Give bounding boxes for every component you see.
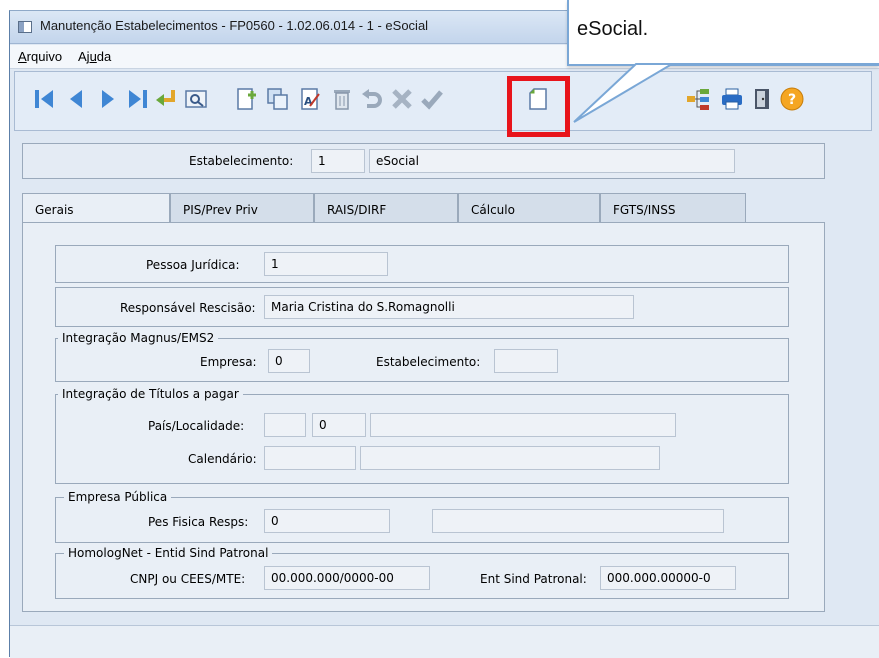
tab-panel-gerais: Pessoa Jurídica: 1 Responsável Rescisão:… <box>22 222 825 612</box>
cnpj-field[interactable]: 00.000.000/0000-00 <box>264 566 430 590</box>
estabelecimento-name-field[interactable]: eSocial <box>369 149 735 173</box>
status-bar <box>10 625 879 658</box>
pes-fisica-desc-field[interactable] <box>432 509 724 533</box>
tab-rais-dirf[interactable]: RAIS/DIRF <box>314 193 458 223</box>
estabelecimento-panel: Estabelecimento: 1 eSocial <box>22 143 825 179</box>
magnus-legend: Integração Magnus/EMS2 <box>58 331 219 345</box>
pes-fisica-field[interactable]: 0 <box>264 509 390 533</box>
homolognet-legend: HomologNet - Entid Sind Patronal <box>64 546 273 560</box>
ent-sind-label: Ent Sind Patronal: <box>480 572 587 586</box>
estabelecimento-label: Estabelecimento: <box>189 154 294 168</box>
pais-field[interactable] <box>264 413 306 437</box>
new-icon[interactable] <box>233 86 259 112</box>
svg-text:A: A <box>304 95 313 108</box>
previous-icon[interactable] <box>63 86 89 112</box>
goto-icon[interactable] <box>153 86 179 112</box>
tab-calculo[interactable]: Cálculo <box>458 193 600 223</box>
homolognet-group: HomologNet - Entid Sind Patronal CNPJ ou… <box>55 546 789 599</box>
responsavel-group: Responsável Rescisão: Maria Cristina do … <box>55 287 789 327</box>
estabelecimento-code-field[interactable]: 1 <box>311 149 365 173</box>
pessoa-juridica-field[interactable]: 1 <box>264 252 388 276</box>
calendario-field[interactable] <box>264 446 356 470</box>
callout-text: eSocial. <box>577 18 649 40</box>
copy-icon[interactable] <box>265 86 291 112</box>
save-icon[interactable] <box>419 86 445 112</box>
tab-pis-prev-priv[interactable]: PIS/Prev Priv <box>170 193 314 223</box>
search-icon[interactable] <box>183 86 209 112</box>
edit-icon[interactable]: A <box>297 86 323 112</box>
responsavel-field[interactable]: Maria Cristina do S.Romagnolli <box>264 295 634 319</box>
empresa-label: Empresa: <box>200 355 257 369</box>
last-icon[interactable] <box>125 86 151 112</box>
empresa-publica-group: Empresa Pública Pes Fisica Resps: 0 <box>55 490 789 543</box>
menu-ajuda[interactable]: Ajuda <box>78 49 111 64</box>
menu-arquivo-rest: rquivo <box>26 49 63 64</box>
menu-arquivo-mnemonic: A <box>18 49 27 64</box>
tab-gerais[interactable]: Gerais <box>22 193 170 225</box>
estab-magnus-label: Estabelecimento: <box>376 355 481 369</box>
window-icon <box>18 21 32 33</box>
tab-fgts-inss[interactable]: FGTS/INSS <box>600 193 746 223</box>
highlight-box <box>507 76 570 137</box>
cancel-icon[interactable] <box>389 86 415 112</box>
titulos-group: Integração de Títulos a pagar País/Local… <box>55 387 789 484</box>
calendario-desc-field[interactable] <box>360 446 660 470</box>
menu-ajuda-pre: Aj <box>78 49 90 64</box>
empresa-field[interactable]: 0 <box>268 349 310 373</box>
callout-balloon: eSocial. <box>567 0 879 66</box>
pessoa-juridica-label: Pessoa Jurídica: <box>146 258 240 272</box>
magnus-group: Integração Magnus/EMS2 Empresa: 0 Estabe… <box>55 331 789 382</box>
ent-sind-field[interactable]: 000.000.00000-0 <box>600 566 736 590</box>
window-title: Manutenção Estabelecimentos - FP0560 - 1… <box>40 18 429 33</box>
estab-magnus-field[interactable] <box>494 349 558 373</box>
delete-icon[interactable] <box>329 86 355 112</box>
titulos-legend: Integração de Títulos a pagar <box>58 387 243 401</box>
menu-ajuda-mnemonic: u <box>89 49 97 64</box>
responsavel-label: Responsável Rescisão: <box>120 301 256 315</box>
pais-label: País/Localidade: <box>148 419 245 433</box>
next-icon[interactable] <box>95 86 121 112</box>
pessoa-juridica-group: Pessoa Jurídica: 1 <box>55 245 789 283</box>
first-icon[interactable] <box>31 86 57 112</box>
pes-fisica-label: Pes Fisica Resps: <box>148 515 249 529</box>
undo-icon[interactable] <box>359 86 385 112</box>
calendario-label: Calendário: <box>188 452 257 466</box>
empresa-publica-legend: Empresa Pública <box>64 490 172 504</box>
callout-pointer <box>573 63 879 123</box>
menu-ajuda-rest: da <box>96 49 112 64</box>
localidade-desc-field[interactable] <box>370 413 676 437</box>
cnpj-label: CNPJ ou CEES/MTE: <box>130 572 246 586</box>
menu-arquivo[interactable]: Arquivo <box>18 49 62 64</box>
localidade-field[interactable]: 0 <box>312 413 366 437</box>
